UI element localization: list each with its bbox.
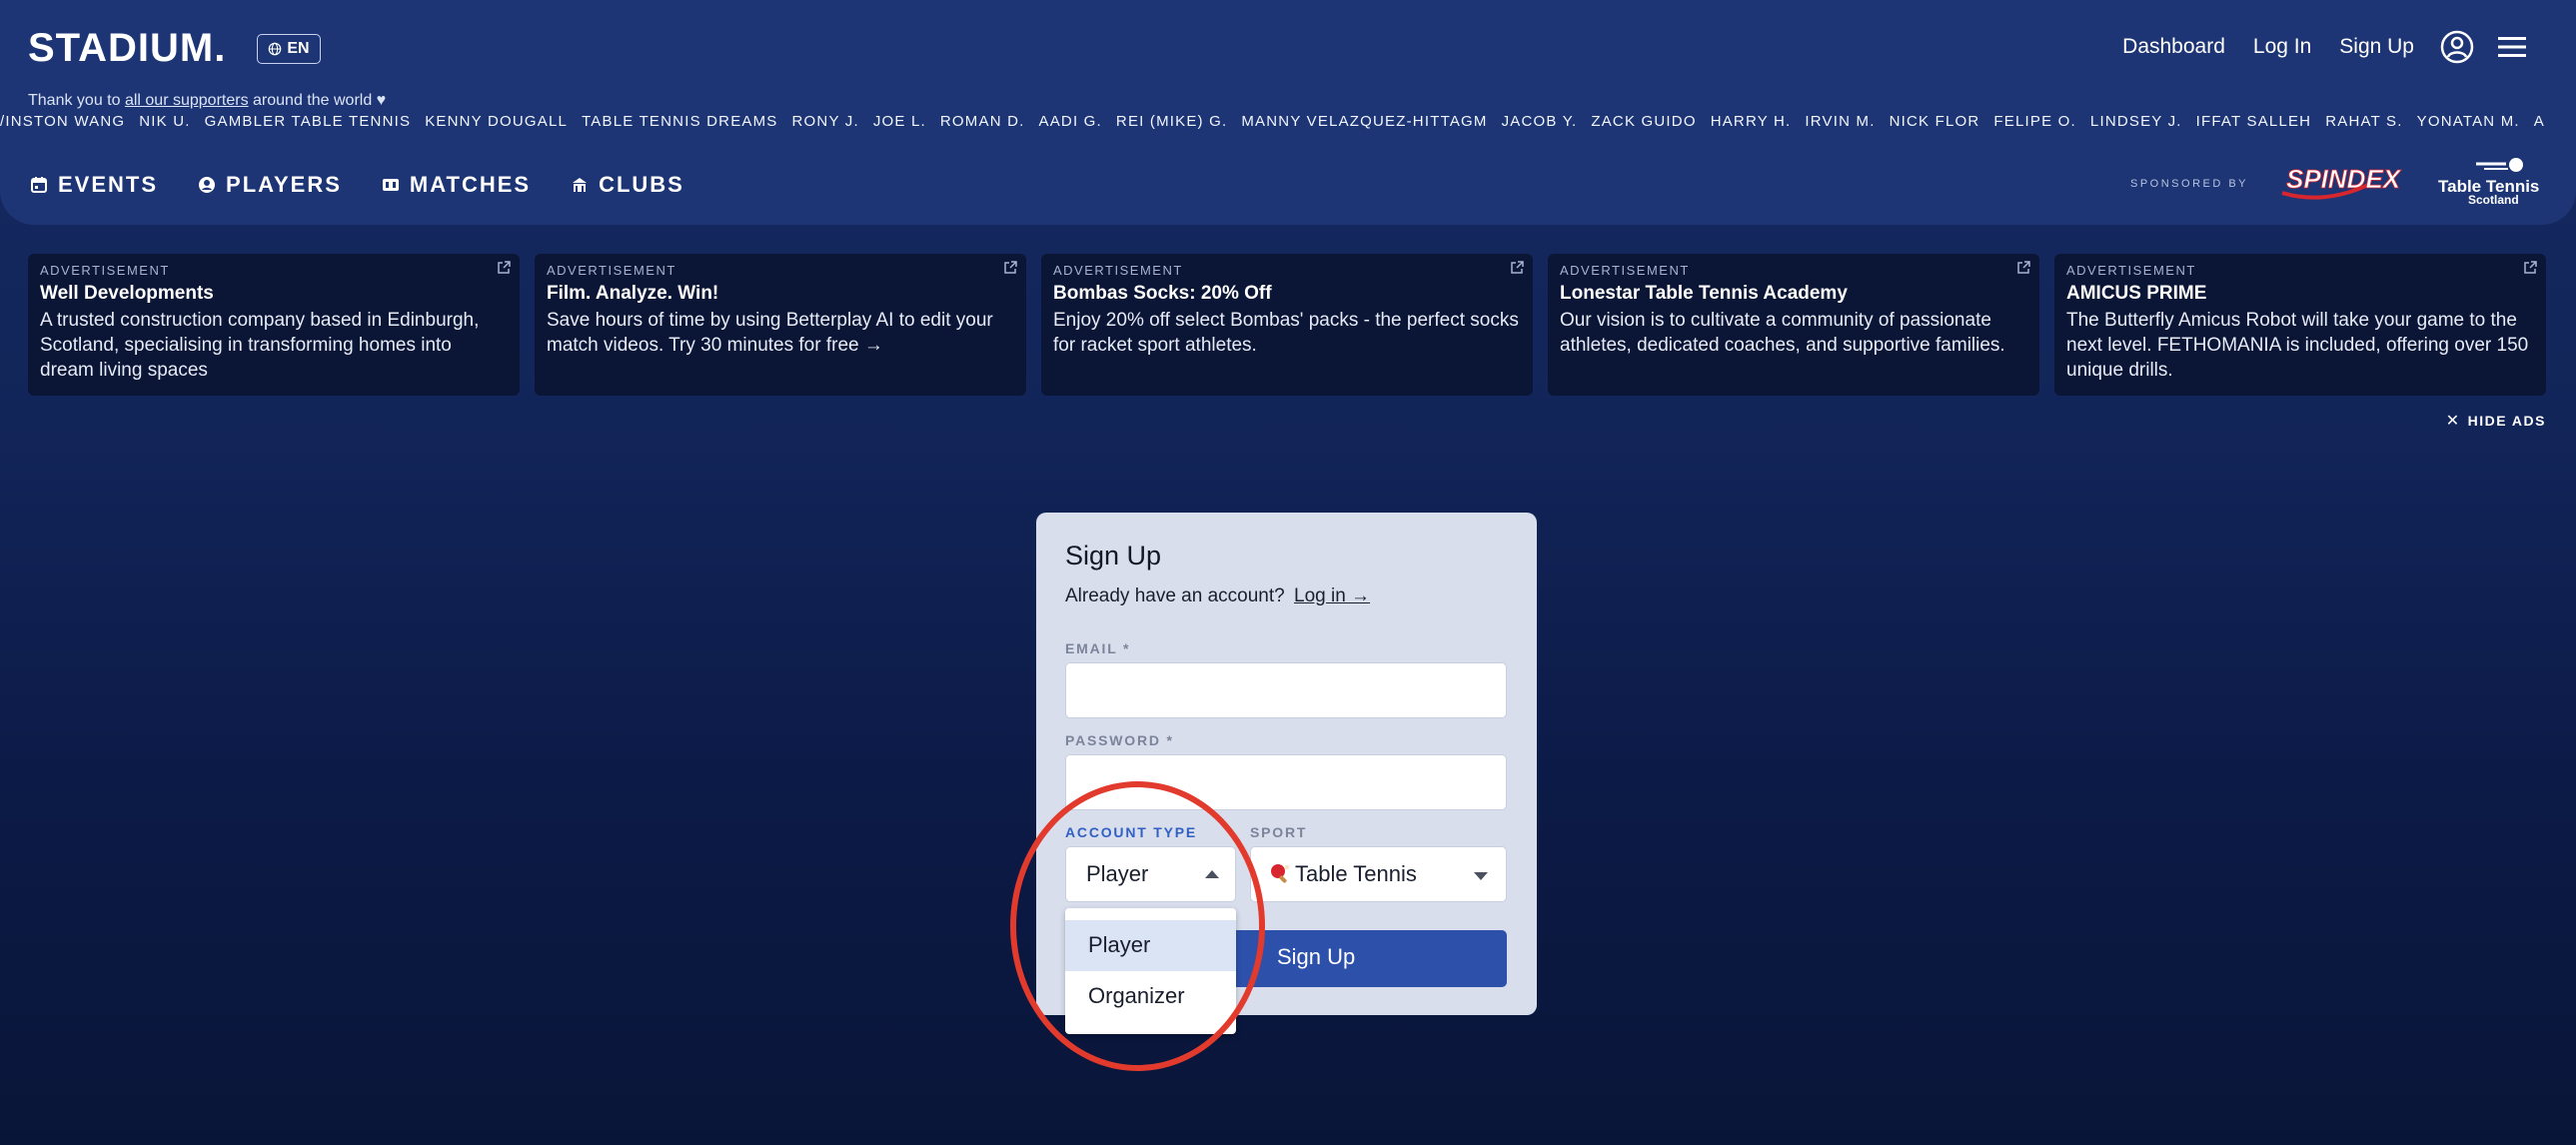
external-link-icon bbox=[2524, 261, 2537, 274]
hamburger-menu-icon[interactable] bbox=[2496, 34, 2528, 60]
sponsored-by-label: SPONSORED BY bbox=[2130, 178, 2249, 190]
header-bar: STADIUM. EN Dashboard Log In Sign Up Tha… bbox=[0, 0, 2576, 225]
top-nav: Dashboard Log In Sign Up bbox=[2094, 30, 2528, 64]
supporter-name: GAMBLER TABLE TENNIS bbox=[204, 113, 412, 130]
supporter-name: HARRY H. bbox=[1710, 113, 1792, 130]
ad-card[interactable]: ADVERTISEMENT Well Developments A truste… bbox=[28, 254, 520, 396]
supporter-name: FELIPE O. bbox=[1993, 113, 2076, 130]
external-link-icon bbox=[1511, 261, 1524, 274]
email-field[interactable] bbox=[1065, 662, 1507, 718]
supporter-name: RONY J. bbox=[791, 113, 859, 130]
user-circle-icon bbox=[199, 177, 216, 193]
ad-body: The Butterfly Amicus Robot will take you… bbox=[2066, 310, 2529, 381]
user-avatar-icon[interactable] bbox=[2440, 30, 2474, 64]
stadium-logo[interactable]: STADIUM. bbox=[28, 26, 226, 71]
spindex-logo[interactable]: SPINDEX bbox=[2278, 161, 2413, 201]
supporter-name: ROMAN D. bbox=[939, 113, 1025, 130]
ad-label: ADVERTISEMENT bbox=[1560, 263, 1690, 278]
hide-ads-button[interactable]: ✕ HIDE ADS bbox=[2446, 411, 2546, 431]
nav-clubs[interactable]: CLUBS bbox=[571, 172, 684, 198]
supporter-name: REI (MIKE) G. bbox=[1115, 113, 1228, 130]
ad-card[interactable]: ADVERTISEMENT AMICUS PRIME The Butterfly… bbox=[2054, 254, 2546, 396]
nav-matches[interactable]: MATCHES bbox=[382, 172, 531, 198]
ad-title: Well Developments bbox=[40, 283, 214, 304]
sport-value-label: Table Tennis bbox=[1295, 861, 1417, 886]
signup-link[interactable]: Sign Up bbox=[2339, 35, 2414, 59]
external-link-icon bbox=[2017, 261, 2030, 274]
supporters-link[interactable]: all our supporters bbox=[125, 92, 249, 109]
language-button[interactable]: EN bbox=[257, 34, 321, 64]
main-nav: EVENTS PLAYERS MATCHES CLUBS bbox=[30, 172, 724, 198]
nav-players[interactable]: PLAYERS bbox=[198, 172, 342, 198]
supporter-name: AADI G. bbox=[1038, 113, 1102, 130]
ad-label: ADVERTISEMENT bbox=[1053, 263, 1183, 278]
email-label: EMAIL * bbox=[1065, 640, 1131, 656]
ad-label: ADVERTISEMENT bbox=[40, 263, 170, 278]
ad-body: Save hours of time by using Betterplay A… bbox=[547, 310, 993, 356]
password-label: PASSWORD * bbox=[1065, 732, 1174, 748]
nav-players-label: PLAYERS bbox=[226, 172, 342, 197]
have-account-text: Already have an account? Log in → bbox=[1065, 585, 1370, 607]
supporter-name: /INSTON WANG bbox=[0, 113, 126, 130]
have-account-label: Already have an account? bbox=[1065, 585, 1285, 606]
supporter-name: NICK FLOR bbox=[1889, 113, 1980, 130]
ad-title: AMICUS PRIME bbox=[2066, 283, 2207, 304]
dashboard-link[interactable]: Dashboard bbox=[2122, 35, 2225, 59]
chevron-down-icon bbox=[1474, 872, 1488, 880]
ad-body: Enjoy 20% off select Bombas' packs - the… bbox=[1053, 310, 1519, 356]
supporter-name: RAHAT S. bbox=[2325, 113, 2403, 130]
nav-matches-label: MATCHES bbox=[409, 172, 532, 197]
tts-logo-line2: Scotland bbox=[2468, 193, 2519, 207]
svg-text:SPINDEX: SPINDEX bbox=[2286, 164, 2402, 194]
ads-row: ADVERTISEMENT Well Developments A truste… bbox=[28, 254, 2546, 396]
thanks-prefix: Thank you to bbox=[28, 92, 121, 109]
ad-label: ADVERTISEMENT bbox=[547, 263, 676, 278]
supporter-name: ZACK GUIDO bbox=[1591, 113, 1697, 130]
sport-select[interactable]: Table Tennis bbox=[1250, 846, 1507, 902]
hide-ads-label: HIDE ADS bbox=[2467, 413, 2546, 429]
supporter-name: IRVIN M. bbox=[1805, 113, 1876, 130]
scoreboard-icon bbox=[382, 179, 399, 191]
supporters-thanks: Thank you to all our supporters around t… bbox=[28, 92, 386, 110]
external-link-icon bbox=[1004, 261, 1017, 274]
sport-label: SPORT bbox=[1250, 824, 1308, 840]
supporters-ticker: /INSTON WANG NIK U. GAMBLER TABLE TENNIS KE… bbox=[0, 113, 2576, 135]
ping-pong-paddle-icon bbox=[1271, 864, 1290, 883]
nav-clubs-label: CLUBS bbox=[599, 172, 684, 197]
building-icon bbox=[573, 178, 588, 192]
globe-icon bbox=[269, 42, 282, 56]
ad-body: A trusted construction company based in … bbox=[40, 310, 480, 381]
supporter-name: JACOB Y. bbox=[1501, 113, 1578, 130]
supporter-name: KENNY DOUGALL bbox=[425, 113, 569, 130]
ad-body: Our vision is to cultivate a community o… bbox=[1560, 310, 2005, 356]
supporter-name: JOE L. bbox=[872, 113, 926, 130]
nav-events-label: EVENTS bbox=[58, 172, 159, 197]
supporter-name: YONATAN M. bbox=[2416, 113, 2520, 130]
signup-title: Sign Up bbox=[1065, 541, 1162, 571]
nav-events[interactable]: EVENTS bbox=[30, 172, 158, 198]
sport-value: Table Tennis bbox=[1269, 861, 1417, 887]
login-link-inline[interactable]: Log in → bbox=[1294, 585, 1370, 606]
ad-title: Lonestar Table Tennis Academy bbox=[1560, 283, 1848, 304]
supporter-name: IFFAT SALLEH bbox=[2195, 113, 2312, 130]
ad-label: ADVERTISEMENT bbox=[2066, 263, 2196, 278]
supporter-name: A bbox=[2533, 113, 2545, 130]
ad-title: Bombas Socks: 20% Off bbox=[1053, 283, 1272, 304]
ad-title: Film. Analyze. Win! bbox=[547, 283, 719, 304]
login-link[interactable]: Log In bbox=[2253, 35, 2311, 59]
highlight-circle bbox=[1010, 781, 1265, 1071]
thanks-suffix: around the world ♥ bbox=[253, 92, 387, 109]
calendar-icon bbox=[31, 177, 47, 193]
supporter-name: LINDSEY J. bbox=[2089, 113, 2182, 130]
supporter-name: TABLE TENNIS DREAMS bbox=[582, 113, 778, 130]
language-label: EN bbox=[287, 40, 310, 57]
external-link-icon bbox=[498, 261, 511, 274]
ad-card[interactable]: ADVERTISEMENT Film. Analyze. Win! Save h… bbox=[535, 254, 1026, 396]
supporter-name: MANNY VELAZQUEZ-HITTAGM bbox=[1241, 113, 1488, 130]
supporter-name: NIK U. bbox=[139, 113, 191, 130]
ad-card[interactable]: ADVERTISEMENT Bombas Socks: 20% Off Enjo… bbox=[1041, 254, 1533, 396]
ad-card[interactable]: ADVERTISEMENT Lonestar Table Tennis Acad… bbox=[1548, 254, 2039, 396]
close-icon: ✕ bbox=[2445, 413, 2461, 430]
